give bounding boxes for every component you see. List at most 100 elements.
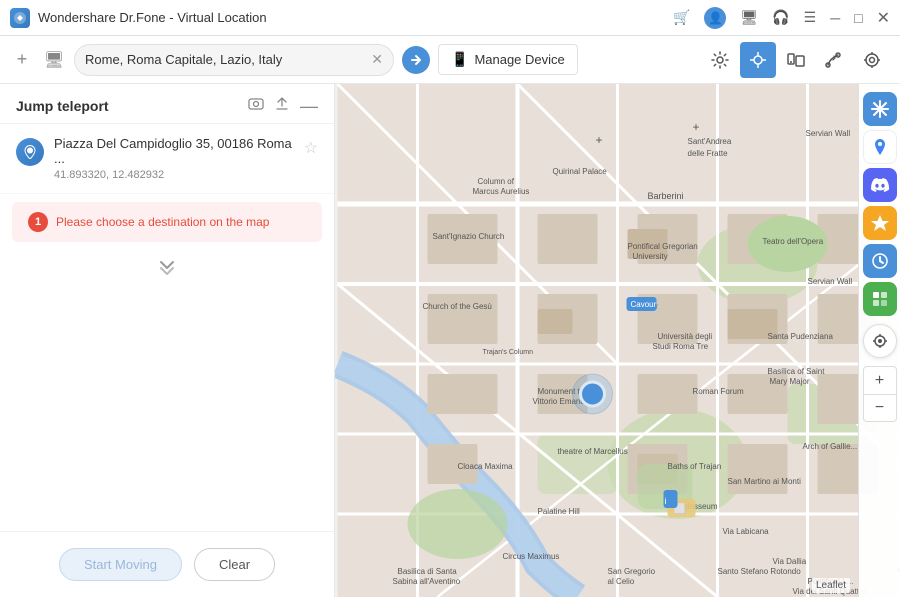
clear-button[interactable]: Clear (194, 548, 275, 581)
app-title: Wondershare Dr.Fone - Virtual Location (38, 10, 673, 25)
svg-text:Via Labicana: Via Labicana (723, 527, 770, 536)
svg-text:al Celio: al Celio (608, 577, 635, 586)
settings-icon-btn[interactable] (702, 42, 738, 78)
left-panel: Jump teleport — (0, 84, 335, 597)
title-controls: 🛒 👤 🖥 🎧 ☰ ─ □ ✕ (673, 7, 890, 29)
device-icon: 🖥 (42, 48, 66, 72)
toolbar: + 🖥 ✕ 📱 Manage Device (0, 36, 900, 84)
sidebar-discord-icon[interactable] (863, 168, 897, 202)
target-icon-btn[interactable] (854, 42, 890, 78)
close-button[interactable]: ✕ (877, 8, 890, 28)
svg-text:i: i (665, 496, 667, 506)
svg-text:San Gregorio: San Gregorio (608, 567, 656, 576)
svg-text:Via Dallia: Via Dallia (773, 557, 807, 566)
phone-icon: 📱 (451, 51, 468, 68)
svg-text:Studi Roma Tre: Studi Roma Tre (653, 342, 709, 351)
panel-header-icons: — (248, 96, 318, 115)
zoom-in-button[interactable]: + (863, 366, 897, 394)
search-go-button[interactable] (402, 46, 430, 74)
svg-text:Trajan's Column: Trajan's Column (483, 349, 534, 356)
location-star-button[interactable]: ☆ (304, 138, 318, 158)
svg-text:Santo Stefano Rotondo: Santo Stefano Rotondo (718, 567, 802, 576)
svg-text:+: + (596, 133, 603, 147)
svg-text:Barberini: Barberini (648, 191, 684, 201)
maximize-button[interactable]: □ (854, 10, 862, 26)
svg-text:Santa Pudenziana: Santa Pudenziana (768, 332, 834, 341)
svg-text:Cloaca Maxima: Cloaca Maxima (458, 462, 514, 471)
svg-text:Baths of Trajan: Baths of Trajan (668, 462, 722, 471)
svg-text:Quirinal Palace: Quirinal Palace (553, 167, 608, 176)
svg-text:Teatro dell'Opera: Teatro dell'Opera (763, 237, 824, 246)
svg-text:Marcus Aurelius: Marcus Aurelius (473, 187, 530, 196)
zoom-controls: + − (863, 366, 897, 422)
panel-minimize-icon[interactable]: — (300, 97, 318, 115)
route-icon-btn[interactable] (816, 42, 852, 78)
joystick-icon-btn[interactable] (740, 42, 776, 78)
svg-text:Cavour: Cavour (631, 300, 657, 309)
two-devices-icon-btn[interactable] (778, 42, 814, 78)
title-bar: Wondershare Dr.Fone - Virtual Location 🛒… (0, 0, 900, 36)
svg-text:Arch of Gallie...: Arch of Gallie... (803, 442, 858, 451)
svg-text:Church of the Gesù: Church of the Gesù (423, 302, 492, 311)
map-attribution: Leaflet (812, 578, 850, 593)
headphones-icon[interactable]: 🎧 (772, 9, 789, 26)
location-details: Piazza Del Campidoglio 35, 00186 Roma ..… (54, 136, 294, 181)
locate-button[interactable] (863, 324, 897, 358)
location-item: Piazza Del Campidoglio 35, 00186 Roma ..… (0, 124, 334, 194)
svg-text:Circus Maximus: Circus Maximus (503, 552, 560, 561)
panel-bottom: Start Moving Clear (0, 531, 334, 597)
svg-text:Sant'Andrea: Sant'Andrea (688, 137, 732, 146)
panel-header: Jump teleport — (0, 84, 334, 124)
screen-icon[interactable]: 🖥 (740, 9, 758, 26)
add-button[interactable]: + (10, 48, 34, 72)
cart-icon[interactable]: 🛒 (673, 9, 690, 26)
chevron-expand[interactable] (0, 250, 334, 286)
error-message: 1 Please choose a destination on the map (12, 202, 322, 242)
svg-text:+: + (693, 120, 700, 134)
minimize-button[interactable]: ─ (830, 10, 840, 26)
main-content: Jump teleport — (0, 84, 900, 597)
svg-text:theatre of Marcellus: theatre of Marcellus (558, 447, 628, 456)
svg-text:Roman Forum: Roman Forum (693, 387, 744, 396)
sidebar-clock-icon[interactable] (863, 244, 897, 278)
map-area[interactable]: Barberini Sant'Andrea delle Fratte Servi… (335, 84, 900, 597)
panel-export-icon[interactable] (274, 96, 290, 115)
svg-text:Università degli: Università degli (658, 332, 713, 341)
svg-text:Pontifical Gregorian: Pontifical Gregorian (628, 242, 698, 251)
svg-text:University: University (633, 252, 668, 261)
search-input[interactable] (85, 52, 365, 67)
manage-device-label: Manage Device (474, 52, 564, 67)
panel-screenshot-icon[interactable] (248, 96, 264, 115)
menu-icon[interactable]: ☰ (804, 9, 817, 26)
sidebar-star-icon[interactable] (863, 206, 897, 240)
location-name: Piazza Del Campidoglio 35, 00186 Roma ..… (54, 136, 294, 166)
location-icon (16, 138, 44, 166)
svg-text:Column of: Column of (478, 177, 515, 186)
sidebar-maps-icon[interactable] (863, 130, 897, 164)
svg-text:Mary Major: Mary Major (770, 377, 810, 386)
start-moving-button[interactable]: Start Moving (59, 548, 182, 581)
toolbar-nav-icons (702, 42, 890, 78)
sidebar-green-icon[interactable] (863, 282, 897, 316)
error-text: Please choose a destination on the map (56, 215, 269, 229)
svg-text:Servian Wall: Servian Wall (806, 129, 851, 138)
account-icon[interactable]: 👤 (704, 7, 726, 29)
right-sidebar: + − (858, 84, 900, 597)
panel-title: Jump teleport (16, 98, 248, 114)
svg-text:Servian Wall: Servian Wall (808, 277, 853, 286)
svg-text:Sabina all'Aventino: Sabina all'Aventino (393, 577, 461, 586)
app-logo (10, 8, 30, 28)
svg-text:Basilica of Saint: Basilica of Saint (768, 367, 826, 376)
sidebar-snowflake-icon[interactable] (863, 92, 897, 126)
location-coords: 41.893320, 12.482932 (54, 169, 294, 181)
search-clear-button[interactable]: ✕ (371, 51, 383, 68)
svg-text:Sant'Ignazio Church: Sant'Ignazio Church (433, 232, 505, 241)
manage-device-button[interactable]: 📱 Manage Device (438, 44, 578, 75)
error-number: 1 (28, 212, 48, 232)
svg-text:San Martino ai Monti: San Martino ai Monti (728, 477, 802, 486)
zoom-out-button[interactable]: − (863, 394, 897, 422)
svg-text:delle Fratte: delle Fratte (688, 149, 729, 158)
search-bar: ✕ (74, 44, 394, 76)
svg-text:Palatine Hill: Palatine Hill (538, 507, 580, 516)
svg-text:Basilica di Santa: Basilica di Santa (398, 567, 458, 576)
